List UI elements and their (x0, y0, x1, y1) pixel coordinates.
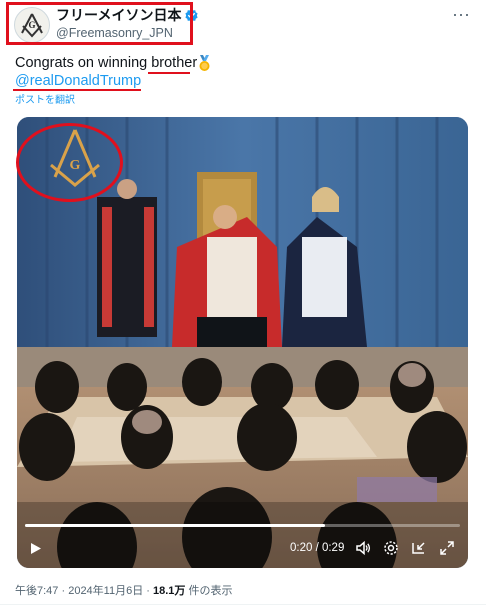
tweet-time[interactable]: 午後7:47 (15, 585, 58, 597)
tweet-date[interactable]: 2024年11月6日 (68, 585, 143, 597)
video-progress-fill (25, 524, 326, 527)
divider (0, 604, 486, 605)
video-time: 0:20 / 0:29 (290, 542, 345, 554)
settings-icon[interactable] (383, 540, 399, 556)
mention-link[interactable]: @realDonaldTrump (15, 72, 141, 90)
view-count-suffix: 件の表示 (185, 585, 233, 597)
video-progress-bar[interactable] (25, 524, 460, 527)
annotation-box (6, 2, 193, 45)
fullscreen-icon[interactable] (439, 540, 455, 556)
minimize-icon[interactable] (411, 540, 427, 556)
view-count: 18.1万 (153, 585, 186, 597)
tweet-meta: 午後7:47 · 2024年11月6日 · 18.1万 件の表示 (15, 584, 232, 598)
separator: · (143, 585, 153, 597)
annotation-circle (16, 123, 123, 202)
volume-icon[interactable] (355, 540, 371, 556)
video-controls: 0:20 / 0:29 (17, 533, 468, 563)
tweet-text: Congrats on winning brother (15, 54, 211, 72)
translate-link[interactable]: ポストを翻訳 (15, 95, 75, 107)
play-icon[interactable] (29, 542, 42, 555)
separator: · (58, 585, 69, 597)
annotation-underline (148, 72, 190, 74)
medal-icon (199, 54, 210, 71)
tweet-text-body: Congrats on winning brother (15, 55, 198, 71)
more-options-icon[interactable]: ··· (449, 5, 473, 24)
annotation-underline (13, 89, 141, 91)
